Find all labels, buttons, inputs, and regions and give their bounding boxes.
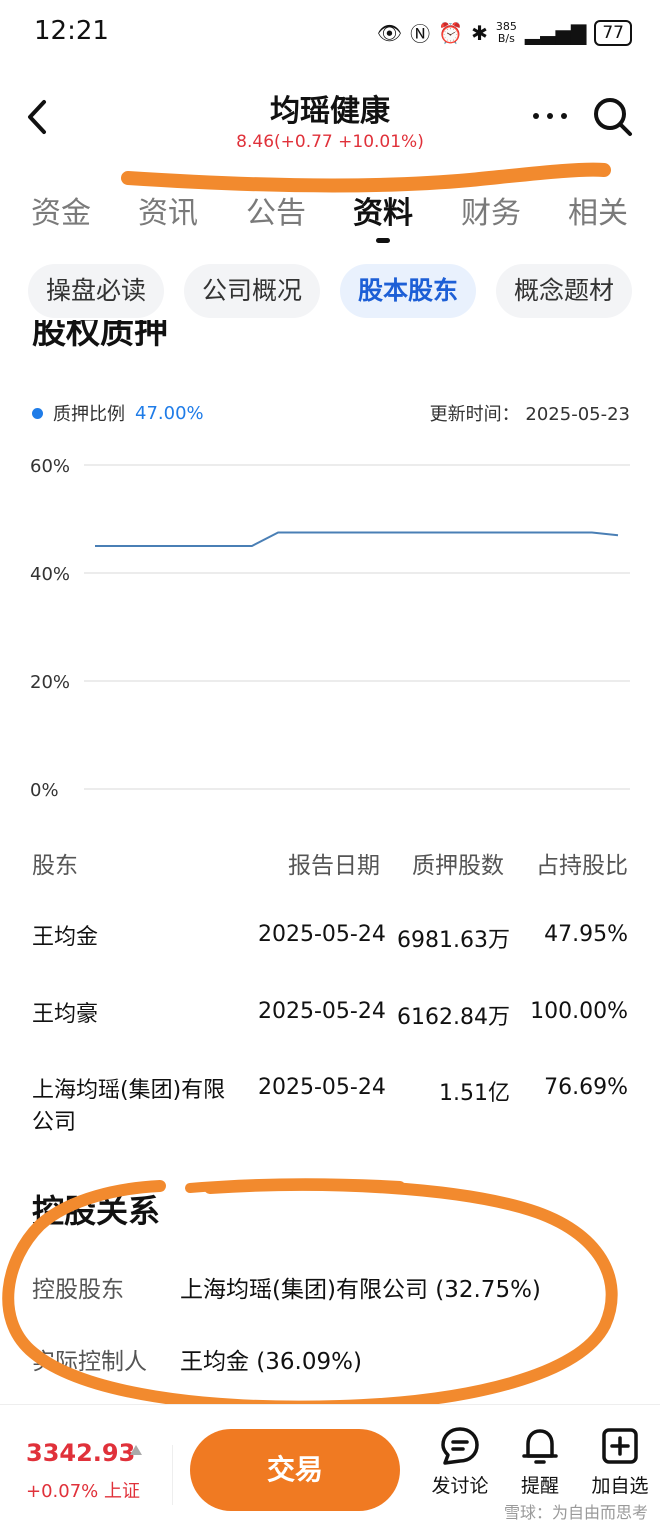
stock-quote: 8.46(+0.77 +10.01%) <box>236 132 424 152</box>
tab-profile[interactable]: 资料 <box>338 188 428 232</box>
pledge-ratio-chart: 0% 20% 40% 60% <box>30 456 630 801</box>
update-date: 2025-05-23 <box>525 404 630 425</box>
table-header: 股东 报告日期 质押股数 占持股比 <box>0 846 660 886</box>
series-line <box>95 531 619 547</box>
row-holder: 王均金 <box>32 925 99 950</box>
active-tab-indicator <box>376 238 390 243</box>
col-shares: 质押股数 <box>412 853 504 879</box>
row-holder: 王均豪 <box>32 1002 99 1027</box>
more-icon[interactable] <box>528 104 572 128</box>
alarm-icon: ⏰ <box>438 20 464 45</box>
section-heading-clip: 股权质押 <box>0 320 660 360</box>
tab-funds[interactable]: 资金 <box>16 188 106 232</box>
bluetooth-icon: ✱ <box>471 20 488 45</box>
status-time: 12:21 <box>34 16 109 46</box>
row-ratio: 76.69% <box>544 1075 628 1100</box>
chat-bubble-icon <box>441 1427 479 1465</box>
net-speed-unit: B/s <box>497 31 515 45</box>
y-tick-label: 60% <box>30 456 70 477</box>
controlling-shareholder-value[interactable]: 上海均瑶(集团)有限公司 (32.75%) <box>180 1270 541 1304</box>
divider <box>172 1445 173 1505</box>
signal-icon: ▂▃▅▇ <box>524 20 587 45</box>
status-bar: 12:21 👁 Ⓝ ⏰ ✱ 385 B/s ▂▃▅▇ 77 <box>0 0 660 62</box>
subtab-concepts[interactable]: 概念题材 <box>496 264 632 318</box>
net-speed: 385 B/s <box>496 20 517 45</box>
add-watchlist-label: 加自选 <box>591 1475 649 1497</box>
tab-news[interactable]: 资讯 <box>123 188 213 232</box>
status-icons: 👁 Ⓝ ⏰ ✱ 385 B/s ▂▃▅▇ 77 <box>377 18 632 47</box>
index-value[interactable]: 3342.93 <box>26 1439 135 1467</box>
remind-label: 提醒 <box>520 1475 559 1497</box>
row-shares: 6162.84万 <box>397 1005 510 1030</box>
main-tabs: 资金 资讯 公告 资料 财务 相关 <box>0 188 660 254</box>
eye-icon: 👁 <box>376 20 403 45</box>
y-tick-label: 20% <box>30 672 70 693</box>
pledge-section-heading: 股权质押 <box>32 320 168 352</box>
header: 均瑶健康 8.46(+0.77 +10.01%) <box>0 70 660 170</box>
trade-button[interactable]: 交易 <box>190 1429 400 1511</box>
y-tick-label: 0% <box>30 780 59 801</box>
row-date: 2025-05-24 <box>258 922 386 947</box>
control-section-heading: 控股关系 <box>32 1192 161 1230</box>
bottom-bar: 3342.93 +0.07% 上证 交易 发讨论 提醒 加自选 雪球：为自由而思… <box>0 1404 660 1530</box>
col-holder: 股东 <box>32 853 78 879</box>
chart-legend: 质押比例 47.00% <box>32 400 204 426</box>
table-row[interactable]: 王均金 2025-05-24 6981.63万 47.95% <box>0 922 660 962</box>
row-date: 2025-05-24 <box>258 1075 386 1100</box>
remind-button[interactable]: 提醒 <box>500 1425 580 1498</box>
discuss-button[interactable]: 发讨论 <box>420 1425 500 1498</box>
add-watchlist-button[interactable]: 加自选 <box>580 1425 660 1498</box>
tab-related[interactable]: 相关 <box>553 188 643 232</box>
row-shares: 6981.63万 <box>397 928 510 953</box>
legend-label: 质押比例 <box>53 404 125 425</box>
table-row[interactable]: 王均豪 2025-05-24 6162.84万 100.00% <box>0 999 660 1039</box>
add-square-icon <box>602 1428 638 1464</box>
battery-icon: 77 <box>594 19 632 46</box>
row-holder: 上海均瑶(集团)有限公司 <box>32 1078 226 1135</box>
sub-tabs: 操盘必读 公司概况 股本股东 概念题材 <box>0 264 660 318</box>
row-date: 2025-05-24 <box>258 999 386 1024</box>
discuss-label: 发讨论 <box>431 1475 489 1497</box>
up-arrow-icon <box>130 1445 142 1455</box>
update-label: 更新时间： <box>429 404 520 425</box>
y-tick-label: 40% <box>30 564 70 585</box>
tab-finance[interactable]: 财务 <box>446 188 536 232</box>
row-shares: 1.51亿 <box>439 1081 510 1106</box>
row-ratio: 47.95% <box>544 922 628 947</box>
row-ratio: 100.00% <box>530 999 628 1024</box>
table-row[interactable]: 上海均瑶(集团)有限公司 2025-05-24 1.51亿 76.69% <box>0 1075 660 1145</box>
col-ratio: 占持股比 <box>536 853 628 879</box>
subtab-company-overview[interactable]: 公司概况 <box>184 264 320 318</box>
watermark: 雪球：为自由而思考 <box>503 1503 648 1522</box>
controlling-shareholder-label: 控股股东 <box>32 1277 124 1303</box>
actual-controller-value[interactable]: 王均金 (36.09%) <box>180 1342 362 1376</box>
bell-icon <box>522 1429 558 1464</box>
col-date: 报告日期 <box>288 853 380 879</box>
subtab-shareholders[interactable]: 股本股东 <box>340 264 476 318</box>
nfc-icon: Ⓝ <box>410 22 431 46</box>
index-change[interactable]: +0.07% 上证 <box>26 1477 140 1503</box>
legend-value: 47.00% <box>135 402 204 424</box>
actual-controller-label: 实际控制人 <box>32 1349 147 1375</box>
update-time: 更新时间： 2025-05-23 <box>430 400 630 426</box>
search-icon[interactable] <box>590 94 636 140</box>
tab-announcements[interactable]: 公告 <box>231 188 321 232</box>
legend-dot-icon <box>32 407 43 419</box>
subtab-must-read[interactable]: 操盘必读 <box>28 264 164 318</box>
